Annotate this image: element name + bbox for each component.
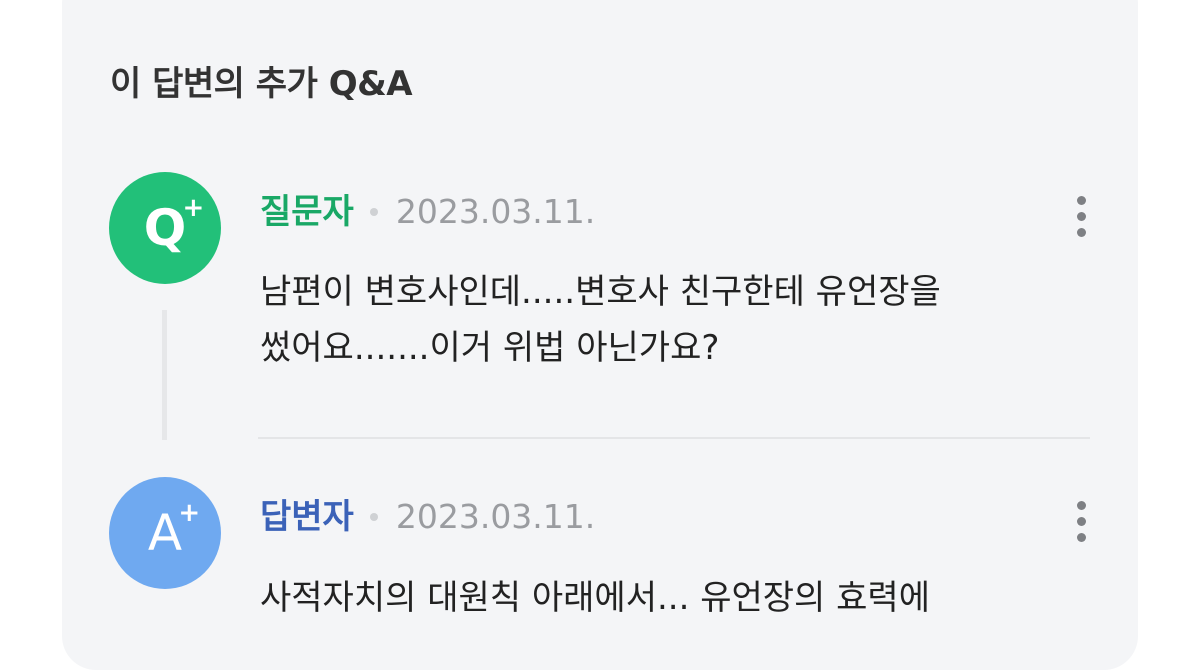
question-more-options-icon[interactable]: [1072, 196, 1090, 237]
dot: [1076, 501, 1086, 510]
plus-icon: +: [178, 498, 201, 528]
answerer-label: 답변자: [260, 497, 354, 537]
plus-icon: +: [182, 193, 205, 223]
answerer-avatar: A +: [109, 477, 221, 589]
dot: [1076, 517, 1086, 526]
dot: [1076, 212, 1086, 221]
separator-dot: [369, 513, 378, 521]
separator-dot: [369, 208, 378, 216]
divider: [258, 437, 1090, 439]
question-date: 2023.03.11.: [395, 192, 596, 231]
section-title: 이 답변의 추가 Q&A: [110, 64, 413, 104]
answerer-avatar-letter: A: [147, 504, 183, 562]
answer-meta: 답변자 2023.03.11.: [260, 495, 595, 539]
question-meta: 질문자 2023.03.11.: [260, 190, 595, 234]
dot: [1076, 228, 1086, 237]
question-text: 남편이 변호사인데.....변호사 친구한테 유언장을 썼어요.......이거…: [260, 264, 1080, 376]
questioner-avatar: Q +: [109, 172, 221, 284]
questioner-avatar-letter: Q: [143, 199, 187, 257]
question-text-line: 썼어요.......이거 위법 아닌가요?: [260, 328, 720, 368]
questioner-avatar-icon: Q +: [144, 195, 205, 253]
answer-text-line: 사적자치의 대원칙 아래에서... 유언장의 효력에: [260, 578, 930, 618]
answer-date: 2023.03.11.: [395, 497, 596, 536]
questioner-label: 질문자: [260, 192, 354, 232]
dot: [1076, 533, 1086, 542]
answer-more-options-icon[interactable]: [1072, 501, 1090, 542]
answerer-avatar-icon: A +: [148, 500, 200, 558]
dot: [1076, 196, 1086, 205]
answer-text: 사적자치의 대원칙 아래에서... 유언장의 효력에: [260, 570, 1080, 626]
thread-line: [162, 310, 167, 440]
question-text-line: 남편이 변호사인데.....변호사 친구한테 유언장을: [260, 272, 941, 312]
